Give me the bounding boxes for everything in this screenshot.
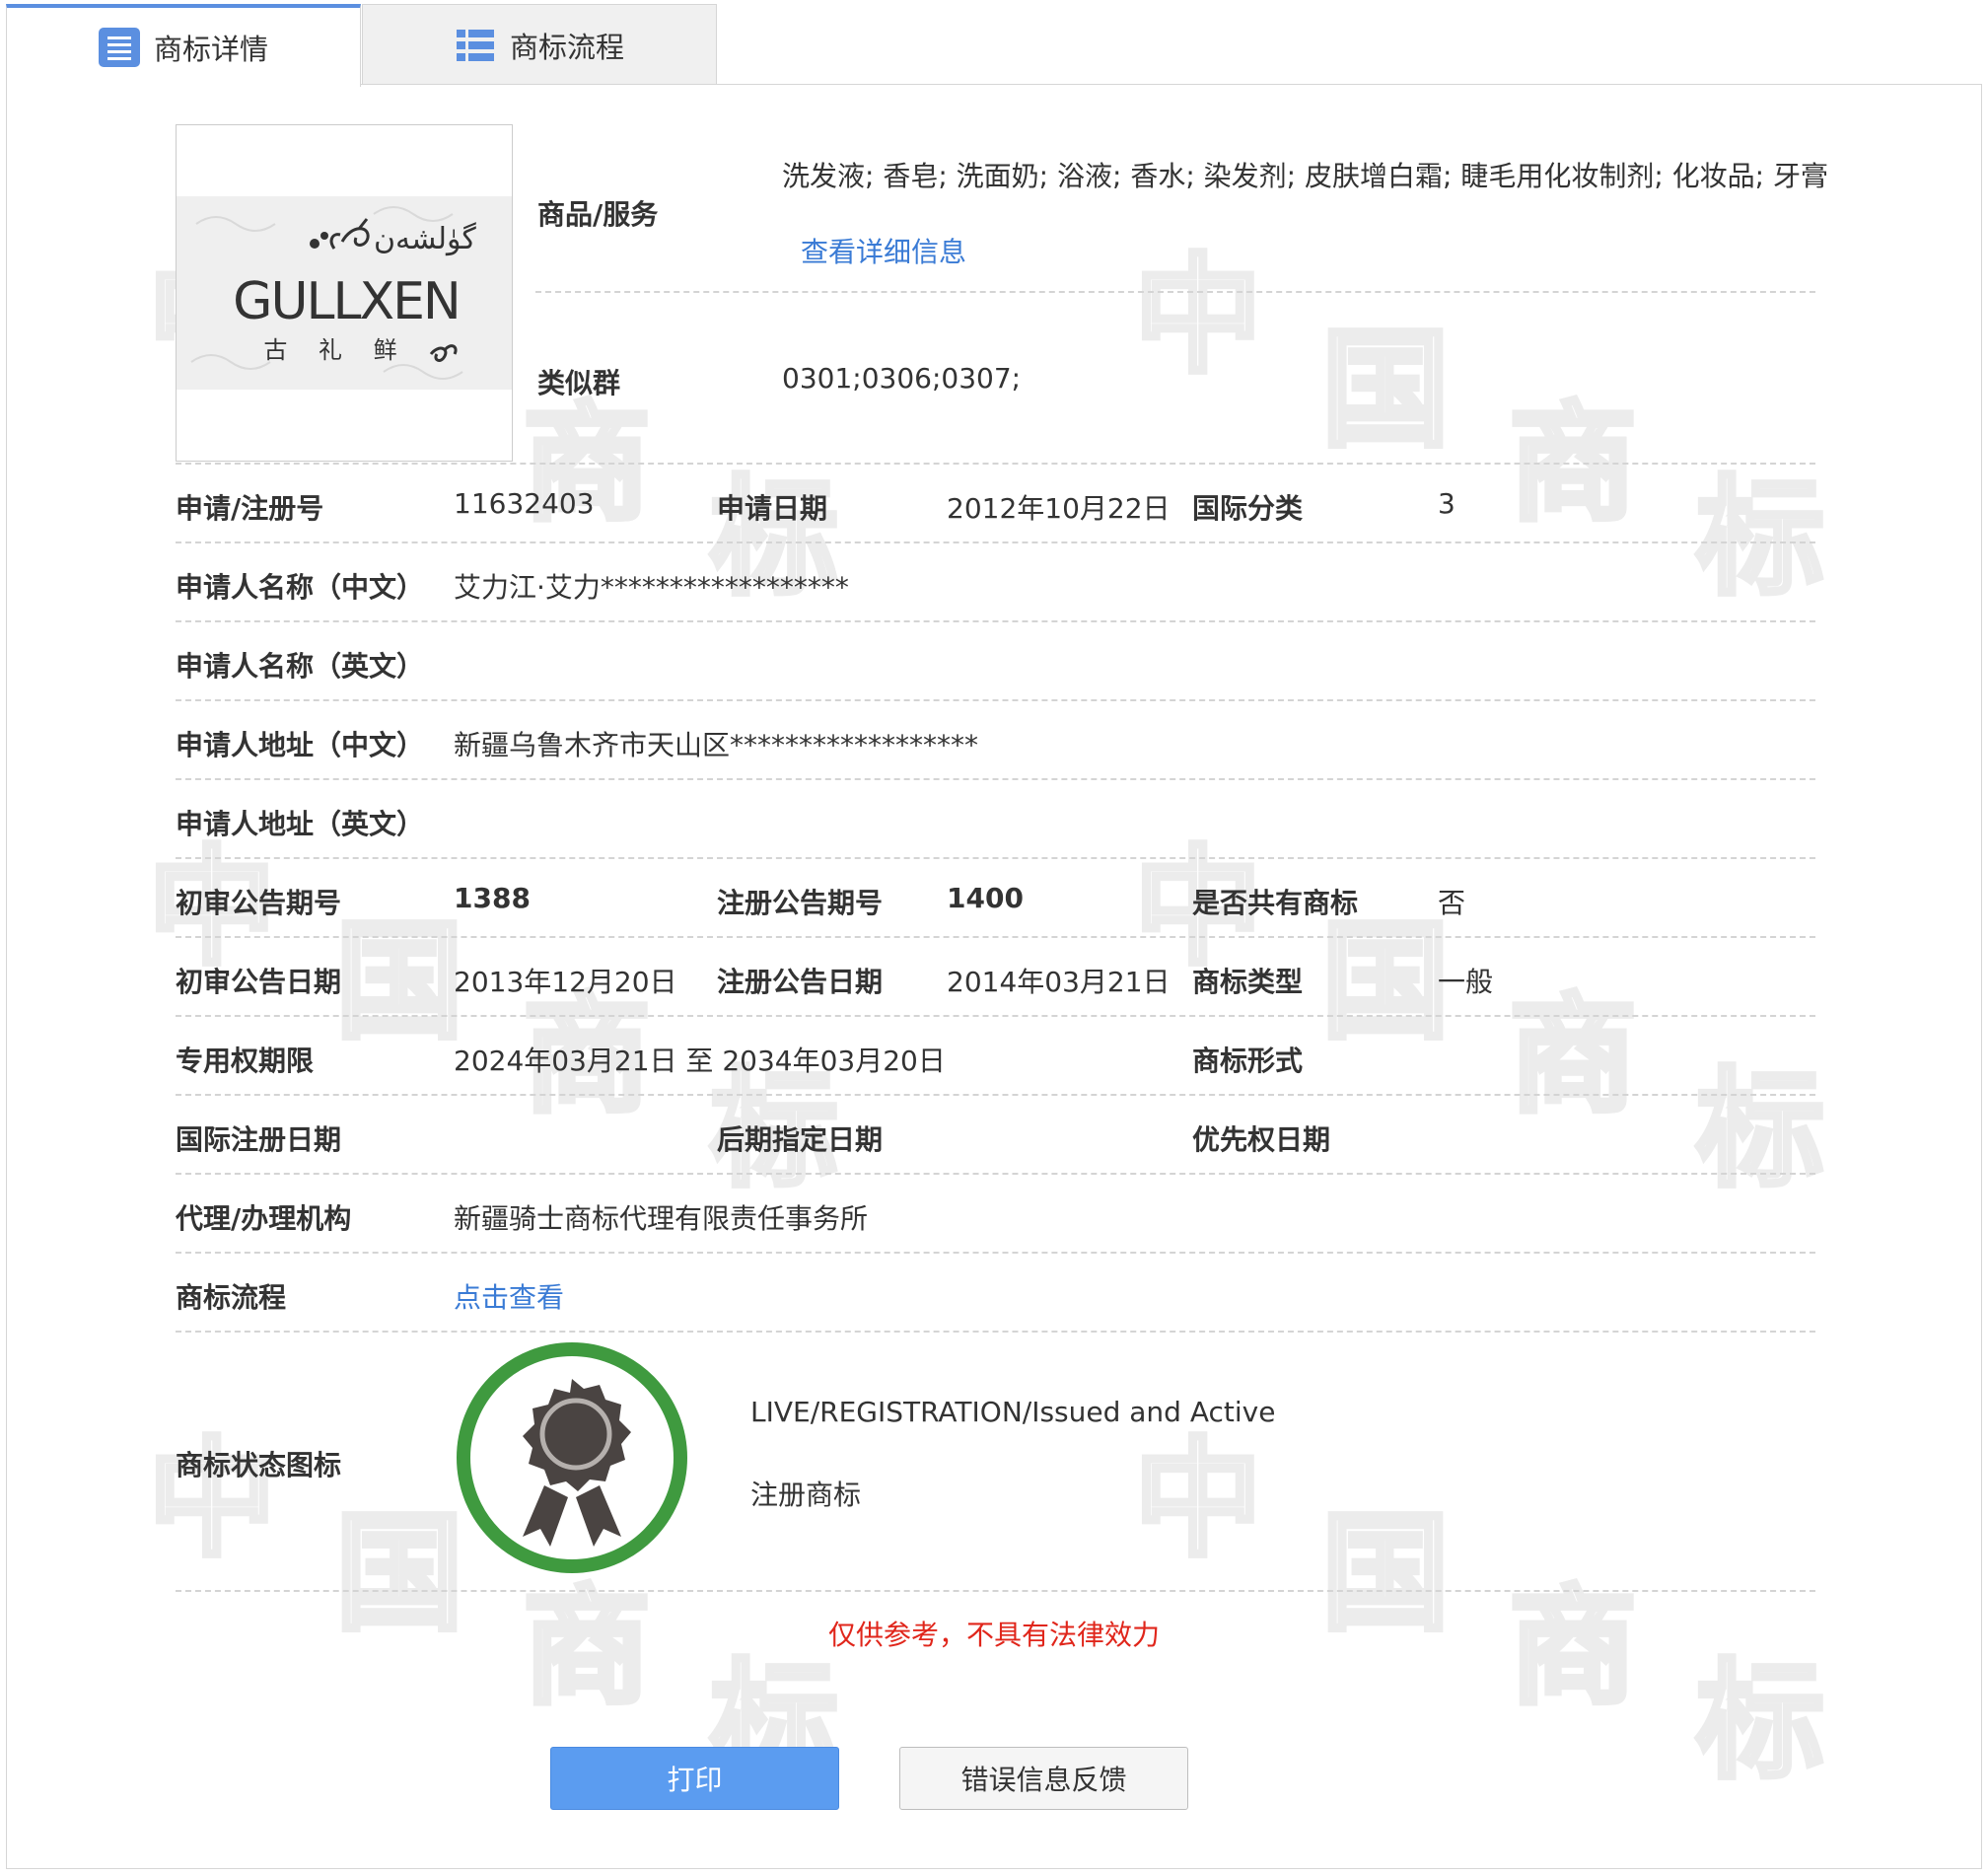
- agency-label: 代理/办理机构: [176, 1202, 352, 1235]
- intl-reg-date-label: 国际注册日期: [176, 1123, 342, 1156]
- divider: [176, 936, 1815, 938]
- similar-group-value: 0301;0306;0307;: [782, 362, 1022, 395]
- agency-value: 新疆骑士商标代理有限责任事务所: [454, 1202, 869, 1235]
- applicant-cn-label: 申请人名称（中文）: [176, 571, 425, 604]
- app-date-value: 2012年10月22日: [947, 492, 1171, 525]
- disclaimer-text: 仅供参考，不具有法律效力: [827, 1619, 1160, 1651]
- divider: [176, 1331, 1815, 1333]
- divider: [176, 1015, 1815, 1017]
- address-cn-value: 新疆乌鲁木齐市天山区******************: [454, 729, 979, 761]
- process-label: 商标流程: [176, 1281, 287, 1314]
- exclusive-period-label: 专用权期限: [176, 1045, 315, 1077]
- logo-arabic: گۈلشەن: [374, 222, 477, 256]
- table-icon: [456, 29, 494, 61]
- error-feedback-button[interactable]: 错误信息反馈: [899, 1747, 1188, 1810]
- divider: [176, 1252, 1815, 1254]
- similar-group-label: 类似群: [537, 367, 621, 399]
- address-cn-label: 申请人地址（中文）: [176, 729, 425, 761]
- tab-bar: 商标详情 商标流程: [6, 4, 1982, 87]
- divider: [535, 291, 1815, 293]
- print-button[interactable]: 打印: [550, 1747, 839, 1810]
- divider: [176, 463, 1815, 465]
- exclusive-period-value: 2024年03月21日 至 2034年03月20日: [454, 1045, 946, 1077]
- tab-trademark-details[interactable]: 商标详情: [6, 4, 361, 87]
- view-details-link[interactable]: 查看详细信息: [801, 231, 966, 270]
- divider: [176, 1173, 1815, 1175]
- divider: [176, 541, 1815, 543]
- divider: [176, 699, 1815, 701]
- tab-label: 商标流程: [509, 30, 624, 64]
- priority-date-label: 优先权日期: [1192, 1123, 1331, 1156]
- reg-no-value: 11632403: [454, 487, 595, 520]
- mark-type-value: 一般: [1438, 966, 1494, 998]
- logo-latin: GULLXEN: [233, 272, 460, 331]
- app-date-label: 申请日期: [717, 492, 828, 525]
- status-cn: 注册商标: [750, 1479, 862, 1511]
- view-process-link[interactable]: 点击查看: [454, 1276, 564, 1316]
- later-date-label: 后期指定日期: [717, 1123, 884, 1156]
- logo-chinese: 古 礼 鲜: [263, 336, 408, 364]
- divider: [176, 857, 1815, 859]
- intl-class-value: 3: [1438, 487, 1456, 520]
- prelim-date-label: 初审公告日期: [176, 966, 342, 998]
- applicant-en-label: 申请人名称（英文）: [176, 650, 425, 683]
- shared-mark-label: 是否共有商标: [1192, 887, 1359, 919]
- tab-trademark-process[interactable]: 商标流程: [362, 4, 717, 85]
- reg-issue-value: 1400: [947, 882, 1024, 914]
- list-icon: [98, 28, 140, 67]
- status-en: LIVE/REGISTRATION/Issued and Active: [750, 1396, 1276, 1428]
- reg-no-label: 申请/注册号: [176, 492, 324, 525]
- reg-issue-label: 注册公告期号: [717, 887, 884, 919]
- goods-label: 商品/服务: [537, 198, 659, 231]
- applicant-cn-value: 艾力江·艾力******************: [454, 571, 849, 604]
- address-en-label: 申请人地址（英文）: [176, 808, 425, 840]
- divider: [176, 620, 1815, 622]
- divider: [176, 778, 1815, 780]
- trademark-logo: گۈلشەن GULLXEN 古 礼 鲜: [177, 196, 512, 390]
- shared-mark-value: 否: [1438, 887, 1466, 919]
- registered-seal-icon: [457, 1342, 687, 1573]
- tab-label: 商标详情: [153, 33, 268, 66]
- divider: [176, 1094, 1815, 1096]
- mark-form-label: 商标形式: [1192, 1045, 1304, 1077]
- status-icon-label: 商标状态图标: [176, 1449, 342, 1481]
- goods-value: 洗发液; 香皂; 洗面奶; 浴液; 香水; 染发剂; 皮肤增白霜; 睫毛用化妆制…: [782, 160, 1829, 192]
- trademark-image: گۈلشەن GULLXEN 古 礼 鲜: [176, 124, 513, 462]
- reg-date-value: 2014年03月21日: [947, 966, 1171, 998]
- prelim-issue-label: 初审公告期号: [176, 887, 342, 919]
- divider: [176, 1590, 1815, 1592]
- prelim-issue-value: 1388: [454, 882, 531, 914]
- mark-type-label: 商标类型: [1192, 966, 1304, 998]
- prelim-date-value: 2013年12月20日: [454, 966, 677, 998]
- reg-date-label: 注册公告日期: [717, 966, 884, 998]
- intl-class-label: 国际分类: [1192, 492, 1304, 525]
